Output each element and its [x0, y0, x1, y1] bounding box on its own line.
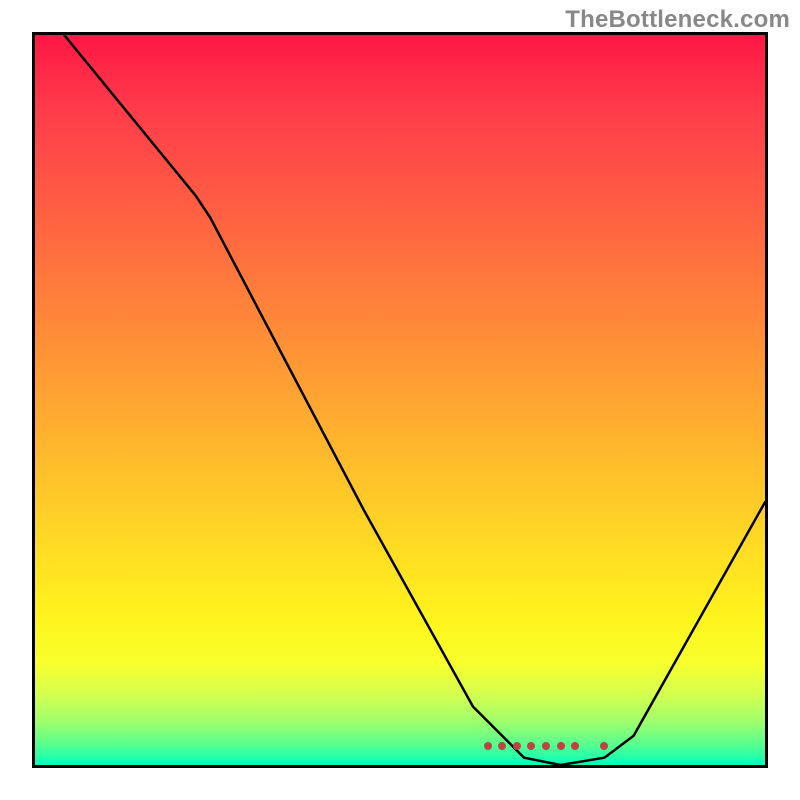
range-marker	[513, 742, 521, 750]
range-marker	[557, 742, 565, 750]
chart-container: TheBottleneck.com	[0, 0, 800, 800]
range-marker	[571, 742, 579, 750]
recommended-range-markers	[35, 35, 765, 765]
range-marker	[498, 742, 506, 750]
range-marker	[484, 742, 492, 750]
range-marker	[527, 742, 535, 750]
plot-area	[32, 32, 768, 768]
range-marker	[600, 742, 608, 750]
range-marker	[542, 742, 550, 750]
watermark-text: TheBottleneck.com	[565, 6, 790, 34]
